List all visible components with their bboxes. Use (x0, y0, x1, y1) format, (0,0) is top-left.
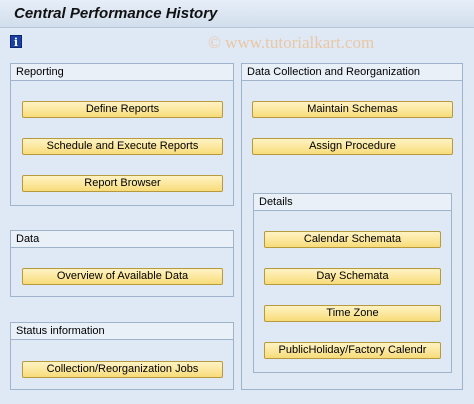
group-details: Details Calendar Schemata Day Schemata T… (253, 193, 452, 373)
group-header-status-information: Status information (11, 323, 233, 340)
calendar-schemata-button[interactable]: Calendar Schemata (264, 231, 441, 248)
group-header-reporting: Reporting (11, 64, 233, 81)
group-header-details: Details (254, 194, 451, 211)
group-data: Data Overview of Available Data (10, 230, 234, 297)
overview-available-data-button[interactable]: Overview of Available Data (22, 268, 223, 285)
schedule-execute-reports-button[interactable]: Schedule and Execute Reports (22, 138, 223, 155)
publicholiday-factory-calendar-button[interactable]: PublicHoliday/Factory Calendr (264, 342, 441, 359)
report-browser-button[interactable]: Report Browser (22, 175, 223, 192)
application-toolbar: i © www.tutorialkart.com (0, 29, 474, 55)
title-bar: Central Performance History (0, 0, 474, 28)
page-title: Central Performance History (14, 5, 218, 22)
assign-procedure-button[interactable]: Assign Procedure (252, 138, 453, 155)
group-header-data: Data (11, 231, 233, 248)
collection-reorganization-jobs-button[interactable]: Collection/Reorganization Jobs (22, 361, 223, 378)
time-zone-button[interactable]: Time Zone (264, 305, 441, 322)
define-reports-button[interactable]: Define Reports (22, 101, 223, 118)
info-icon[interactable]: i (10, 35, 22, 49)
group-data-collection-reorganization: Data Collection and Reorganization Maint… (241, 63, 463, 390)
day-schemata-button[interactable]: Day Schemata (264, 268, 441, 285)
group-status-information: Status information Collection/Reorganiza… (10, 322, 234, 390)
group-header-data-collection: Data Collection and Reorganization (242, 64, 462, 81)
maintain-schemas-button[interactable]: Maintain Schemas (252, 101, 453, 118)
group-reporting: Reporting Define Reports Schedule and Ex… (10, 63, 234, 206)
watermark: © www.tutorialkart.com (208, 33, 375, 52)
